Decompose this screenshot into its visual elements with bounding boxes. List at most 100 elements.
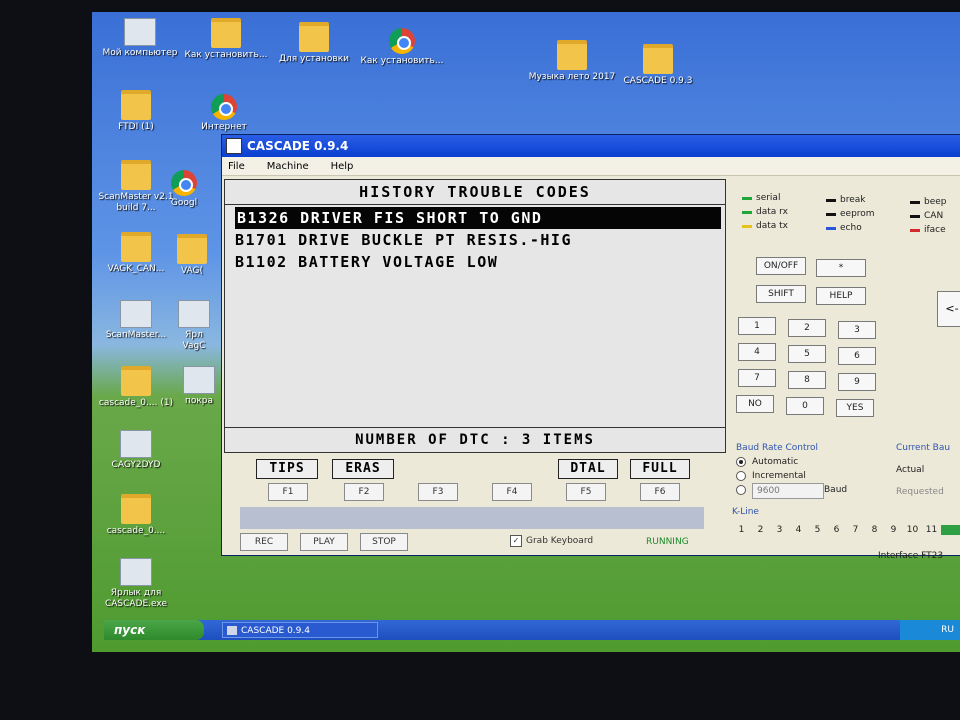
kline-pin[interactable]: 1 — [732, 525, 751, 535]
shift-button[interactable]: SHIFT — [756, 285, 806, 303]
menu-file[interactable]: File — [228, 161, 245, 172]
kline-pin[interactable]: 9 — [884, 525, 903, 535]
help-button[interactable]: HELP — [816, 287, 866, 305]
desktop-icon-my-computer[interactable]: Мой компьютер — [92, 18, 188, 59]
folder-icon — [121, 366, 151, 396]
rec-button[interactable]: REC — [240, 533, 288, 551]
language-indicator[interactable]: RU — [900, 620, 960, 640]
kline-pin[interactable]: 5 — [808, 525, 827, 535]
f3-button[interactable]: F3 — [418, 483, 458, 501]
app-icon — [226, 138, 242, 154]
legend-eeprom: eeprom — [826, 209, 875, 219]
app-icon — [227, 626, 237, 635]
kline-pin[interactable]: 4 — [789, 525, 808, 535]
key-8[interactable]: 8 — [788, 371, 826, 389]
stop-button[interactable]: STOP — [360, 533, 408, 551]
f2-button[interactable]: F2 — [344, 483, 384, 501]
file-icon — [120, 430, 152, 458]
document-icon — [183, 366, 215, 394]
yes-button[interactable]: YES — [836, 399, 874, 417]
desktop-icon-pokra[interactable]: покра — [180, 366, 218, 407]
interface-label: Interface FT23 — [878, 551, 944, 561]
desktop-icon-scanmaster[interactable]: ScanMaster... — [92, 300, 184, 341]
key-9[interactable]: 9 — [838, 373, 876, 391]
taskbar: пуск CASCADE 0.9.4 RU — [104, 620, 960, 640]
kline-title: K-Line — [732, 507, 759, 517]
legend-beep: beep — [910, 197, 947, 207]
key-1[interactable]: 1 — [738, 317, 776, 335]
window-titlebar[interactable]: CASCADE 0.9.4 — [222, 135, 960, 157]
folder-icon — [121, 90, 151, 120]
desktop-icon-cascade[interactable]: cascade_0.... — [92, 494, 184, 537]
kline-pin[interactable]: 11 — [922, 525, 941, 535]
status-running: RUNNING — [646, 537, 689, 547]
actual-baud-label: Actual — [896, 465, 925, 475]
key-5[interactable]: 5 — [788, 345, 826, 363]
softkey-label-eras: ERAS — [332, 459, 394, 479]
desktop-icon-shortcut-vagc[interactable]: Ярл VagC — [174, 300, 214, 352]
baud-fixed-radio[interactable] — [736, 485, 752, 495]
desktop-icon-internet[interactable]: Интернет — [176, 94, 272, 133]
folder-icon — [121, 494, 151, 524]
play-button[interactable]: PLAY — [300, 533, 348, 551]
desktop-icon-vag[interactable]: VAG( — [168, 234, 216, 277]
key-4[interactable]: 4 — [738, 343, 776, 361]
grab-keyboard-checkbox[interactable]: ✓ Grab Keyboard — [510, 535, 593, 547]
f4-button[interactable]: F4 — [492, 483, 532, 501]
legend-data-rx: data rx — [742, 207, 788, 217]
radio-icon — [736, 485, 746, 495]
radio-icon — [736, 471, 746, 481]
key-3[interactable]: 3 — [838, 321, 876, 339]
dtc-row-selected[interactable]: B1326 DRIVER FIS SHORT TO GND — [235, 207, 721, 229]
kline-pin[interactable]: 3 — [770, 525, 789, 535]
kline-pin[interactable]: 8 — [865, 525, 884, 535]
folder-icon — [643, 44, 673, 74]
onoff-button[interactable]: ON/OFF — [756, 257, 806, 275]
baud-incremental-radio[interactable]: Incremental — [736, 471, 806, 481]
desktop-icon-ftdi[interactable]: FTDI (1) — [92, 90, 184, 133]
key-2[interactable]: 2 — [788, 319, 826, 337]
start-button[interactable]: пуск — [104, 620, 204, 640]
radio-selected-icon — [736, 457, 746, 467]
menu-machine[interactable]: Machine — [267, 161, 309, 172]
f6-button[interactable]: F6 — [640, 483, 680, 501]
desktop-icon-cascade-1[interactable]: cascade_0.... (1) — [92, 366, 184, 409]
desktop-icon-cascade-exe-shortcut[interactable]: Ярлык для CASCADE.exe — [92, 558, 184, 610]
key-7[interactable]: 7 — [738, 369, 776, 387]
softkey-label-tips: TIPS — [256, 459, 318, 479]
legend-serial: serial — [742, 193, 780, 203]
menu-help[interactable]: Help — [331, 161, 354, 172]
desktop-icon-cagy2dyd[interactable]: CAGY2DYD — [92, 430, 184, 471]
key-6[interactable]: 6 — [838, 347, 876, 365]
desktop-icon-music-2017[interactable]: Музыка лето 2017 — [524, 40, 620, 83]
taskbar-item-cascade[interactable]: CASCADE 0.9.4 — [222, 622, 378, 638]
desktop-icon-how-to-install-chrome[interactable]: Как установить... — [354, 28, 450, 67]
softkey-label-full: FULL — [630, 459, 690, 479]
kline-pin[interactable]: 2 — [751, 525, 770, 535]
right-panel: serial data rx data tx break eeprom echo… — [732, 179, 960, 561]
kline-pin[interactable]: 6 — [827, 525, 846, 535]
kline-pin-active[interactable] — [941, 525, 960, 535]
desktop-icon-how-to-install[interactable]: Как установить... — [178, 18, 274, 61]
chrome-icon — [389, 28, 415, 54]
backspace-button[interactable]: <- — [937, 291, 960, 327]
dtc-row[interactable]: B1102 BATTERY VOLTAGE LOW — [225, 251, 725, 273]
star-button[interactable]: * — [816, 259, 866, 277]
desktop-icon-for-install[interactable]: Для установки — [266, 22, 362, 65]
kline-pin[interactable]: 10 — [903, 525, 922, 535]
baud-automatic-radio[interactable]: Automatic — [736, 457, 798, 467]
desktop-icon-cascade-093[interactable]: CASCADE 0.9.3 — [610, 44, 706, 87]
softkey-label-dtal: DTAL — [558, 459, 618, 479]
no-button[interactable]: NO — [736, 395, 774, 413]
kline-pin[interactable]: 7 — [846, 525, 865, 535]
progress-bar — [240, 507, 704, 529]
folder-icon — [557, 40, 587, 70]
key-0[interactable]: 0 — [786, 397, 824, 415]
baud-value-field[interactable]: 9600 — [752, 483, 824, 499]
desktop-icon-google[interactable]: Googl — [154, 170, 214, 209]
f5-button[interactable]: F5 — [566, 483, 606, 501]
dtc-row[interactable]: B1701 DRIVE BUCKLE PT RESIS.-HIG — [225, 229, 725, 251]
legend-echo: echo — [826, 223, 862, 233]
scanner-display: HISTORY TROUBLE CODES B1326 DRIVER FIS S… — [224, 179, 726, 453]
f1-button[interactable]: F1 — [268, 483, 308, 501]
